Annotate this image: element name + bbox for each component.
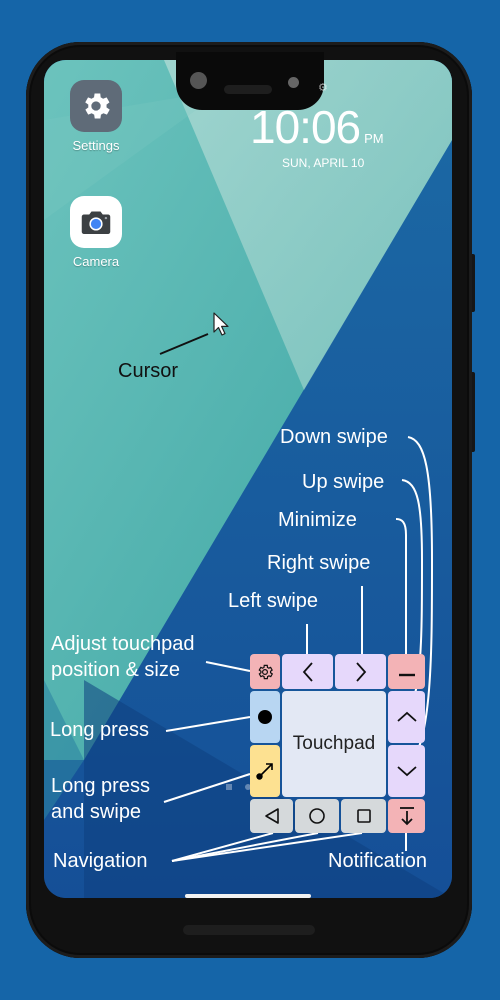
dot-icon bbox=[258, 710, 272, 724]
adjust-touchpad-button[interactable] bbox=[250, 654, 280, 689]
gear-icon bbox=[70, 80, 122, 132]
nav-recents-button[interactable] bbox=[341, 799, 386, 833]
touchpad-label: Touchpad bbox=[292, 733, 376, 754]
up-swipe-label: Up swipe bbox=[302, 471, 385, 493]
gear-icon: ⚙ bbox=[318, 82, 328, 94]
earpiece-speaker bbox=[224, 85, 272, 94]
chevron-right-icon bbox=[355, 661, 366, 682]
arrow-down-bar-icon bbox=[399, 807, 414, 826]
camera-icon bbox=[70, 196, 122, 248]
chevron-down-icon bbox=[396, 766, 417, 777]
front-camera-icon bbox=[190, 72, 207, 89]
right-swipe-button[interactable] bbox=[335, 654, 386, 689]
adjust-touchpad-label-line2: position & size bbox=[51, 659, 180, 681]
clock-widget[interactable]: 10:06 PM bbox=[250, 100, 384, 154]
gear-icon bbox=[258, 664, 274, 679]
long-press-swipe-label-line1: Long press bbox=[51, 775, 150, 797]
navigation-label: Navigation bbox=[53, 850, 148, 872]
right-swipe-label: Right swipe bbox=[267, 552, 371, 574]
notification-label: Notification bbox=[328, 850, 427, 872]
gesture-home-bar[interactable] bbox=[185, 894, 311, 898]
triangle-back-icon bbox=[264, 808, 279, 824]
left-swipe-button[interactable] bbox=[282, 654, 333, 689]
bottom-speaker bbox=[183, 925, 315, 935]
adjust-touchpad-label-line1: Adjust touchpad bbox=[51, 633, 195, 655]
long-press-swipe-label: Long press and swipe bbox=[51, 773, 150, 825]
long-press-label: Long press bbox=[50, 719, 149, 741]
mouse-cursor-icon[interactable] bbox=[213, 312, 231, 343]
minus-icon bbox=[398, 673, 415, 676]
left-swipe-label: Left swipe bbox=[228, 590, 319, 612]
app-label: Settings bbox=[72, 138, 120, 153]
cursor-label: Cursor bbox=[118, 360, 179, 382]
square-recents-icon bbox=[356, 809, 371, 823]
app-label: Camera bbox=[72, 254, 120, 269]
page-indicator-dot[interactable] bbox=[226, 784, 232, 790]
long-press-swipe-button[interactable] bbox=[250, 745, 280, 797]
down-swipe-label: Down swipe bbox=[280, 426, 388, 448]
long-press-swipe-label-line2: and swipe bbox=[51, 801, 142, 823]
drag-arrow-icon bbox=[256, 763, 273, 780]
clock-time: 10:06 bbox=[250, 101, 361, 153]
date-widget[interactable]: SUN, APRIL 10 bbox=[282, 156, 364, 170]
chevron-up-icon bbox=[396, 711, 417, 722]
chevron-left-icon bbox=[302, 661, 313, 682]
up-swipe-button[interactable] bbox=[388, 691, 425, 743]
notification-button[interactable] bbox=[388, 799, 425, 833]
proximity-sensor bbox=[288, 77, 299, 88]
nav-home-button[interactable] bbox=[295, 799, 339, 833]
adjust-touchpad-label: Adjust touchpad position & size bbox=[51, 631, 194, 683]
minimize-button[interactable] bbox=[388, 654, 425, 689]
nav-back-button[interactable] bbox=[250, 799, 293, 833]
clock-ampm: PM bbox=[364, 131, 384, 146]
touchpad-surface[interactable]: Touchpad bbox=[282, 691, 386, 797]
long-press-button[interactable] bbox=[250, 691, 280, 743]
circle-home-icon bbox=[309, 808, 325, 824]
app-camera[interactable]: Camera bbox=[56, 196, 136, 269]
app-settings[interactable]: Settings bbox=[56, 80, 136, 153]
down-swipe-button[interactable] bbox=[388, 745, 425, 797]
minimize-label: Minimize bbox=[278, 509, 357, 531]
